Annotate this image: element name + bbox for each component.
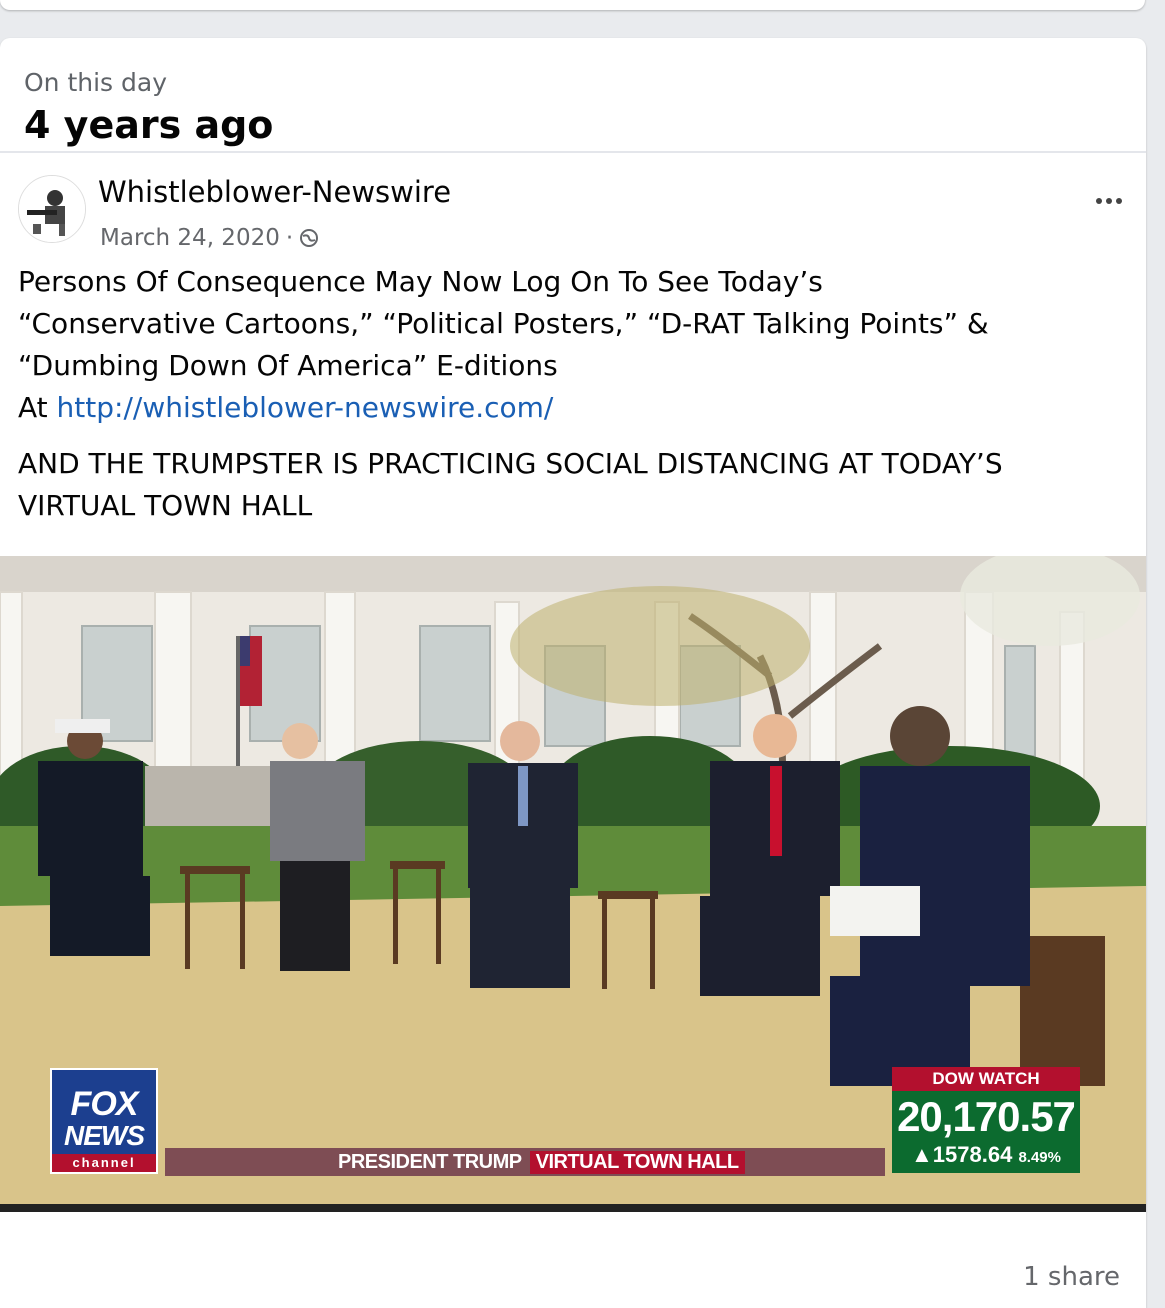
memory-header: On this day 4 years ago [0,38,1146,153]
dow-main: 20,170.57 ▲1578.64 8.49% [892,1091,1080,1173]
post-text-line: VIRTUAL TOWN HALL [18,489,313,522]
post-text-line: Persons Of Consequence May Now Log On To… [18,265,823,298]
logo-line-2: NEWS [64,1120,145,1151]
author-name[interactable]: Whistleblower-Newswire [98,175,451,209]
post-link[interactable]: http://whistleblower-newswire.com/ [57,391,554,424]
dow-title: DOW WATCH [892,1067,1080,1091]
globe-icon [300,229,319,247]
post-text-line: “Conservative Cartoons,” “Political Post… [18,307,989,340]
memory-kicker: On this day [24,68,168,97]
ticker-part-1: PRESIDENT TRUMP [338,1150,522,1173]
logo-line-1: FOX [70,1085,139,1123]
previous-card-edge [0,0,1145,10]
dow-change-value: ▲1578.64 [911,1142,1013,1167]
fox-news-logo: FOX NEWS channel [50,1068,158,1174]
ticker-part-2: VIRTUAL TOWN HALL [529,1150,745,1174]
post-footer: 1 share [0,1258,1146,1298]
memory-title: 4 years ago [24,103,274,147]
dow-change: ▲1578.64 8.49% [892,1143,1080,1170]
dow-change-pct: 8.49% [1018,1149,1061,1166]
post-meta: March 24, 2020 · [100,225,319,251]
meta-separator: · [285,225,294,251]
more-options-icon[interactable] [1082,183,1136,219]
post-text-line: AND THE TRUMPSTER IS PRACTICING SOCIAL D… [18,447,1003,480]
post-text: Persons Of Consequence May Now Log On To… [0,261,1146,527]
dow-value: 20,170.57 [897,1093,1076,1140]
post-header: Whistleblower-Newswire March 24, 2020 · [0,153,1146,261]
avatar[interactable] [18,175,86,243]
dow-watch-box: DOW WATCH 20,170.57 ▲1578.64 8.49% [892,1067,1080,1175]
logo-line-3: channel [52,1154,156,1172]
post-text-line: “Dumbing Down Of America” E-ditions [18,349,558,382]
post-text-line: At [18,391,57,424]
lower-third-ticker: PRESIDENT TRUMP VIRTUAL TOWN HALL [338,1148,745,1176]
post-date[interactable]: March 24, 2020 [100,225,280,251]
share-count[interactable]: 1 share [1023,1262,1120,1292]
